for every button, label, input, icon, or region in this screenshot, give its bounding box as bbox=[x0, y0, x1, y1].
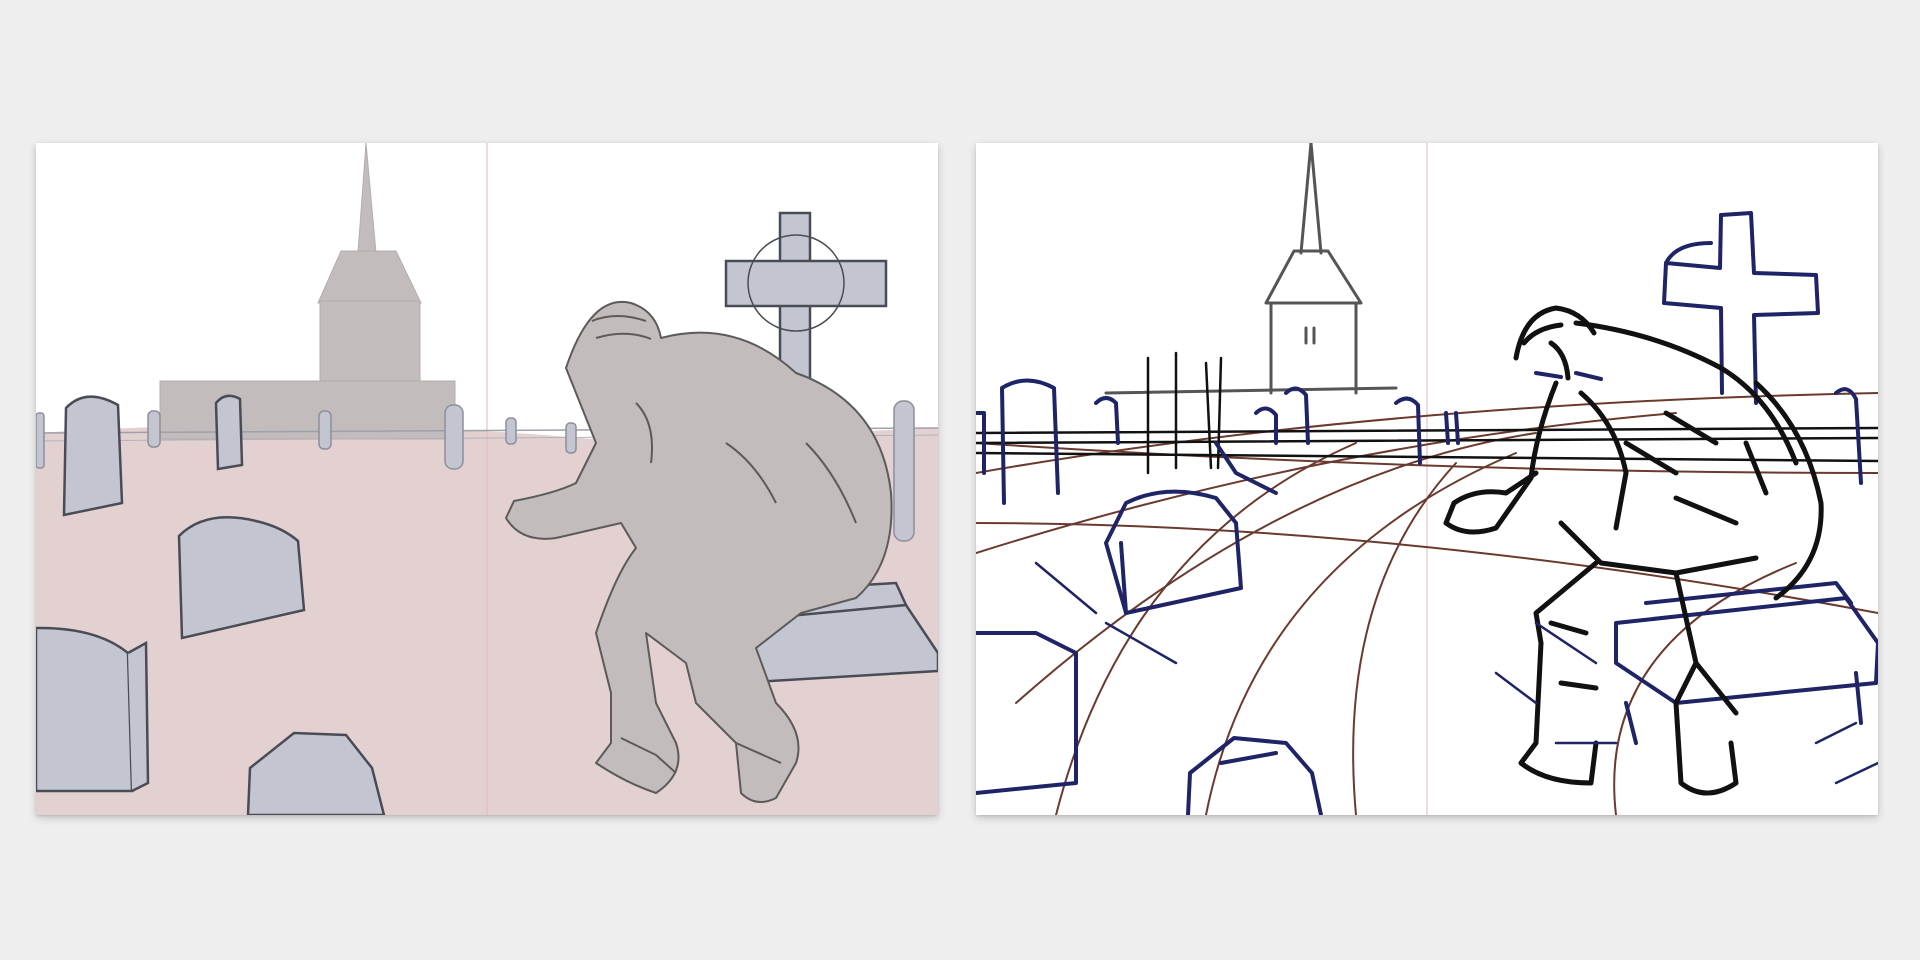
colored-rough-artwork bbox=[36, 143, 938, 815]
church-icon bbox=[159, 143, 456, 440]
crouching-figure-icon bbox=[1443, 305, 1824, 796]
ink-line-panel bbox=[976, 143, 1878, 815]
church-icon bbox=[1104, 143, 1398, 395]
cross-icon bbox=[1614, 211, 1878, 745]
ink-line-artwork bbox=[976, 143, 1878, 815]
sketch-marks bbox=[1034, 561, 1878, 785]
colored-rough-panel bbox=[36, 143, 938, 815]
